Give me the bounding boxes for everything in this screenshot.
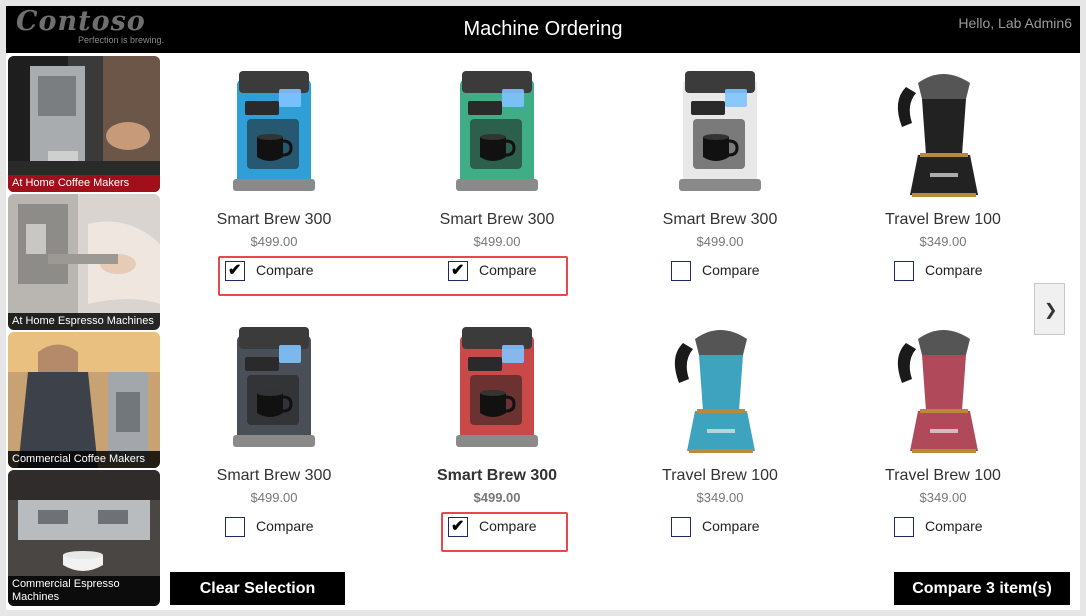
- product-image[interactable]: [888, 317, 998, 457]
- compare-label: Compare: [702, 518, 760, 534]
- compare-label: Compare: [925, 262, 983, 278]
- product-image[interactable]: [442, 317, 552, 457]
- product-name: Travel Brew 100: [885, 211, 1001, 228]
- product-image[interactable]: [665, 61, 775, 201]
- product-image[interactable]: [888, 61, 998, 201]
- compare-checkbox[interactable]: [894, 517, 914, 537]
- product-name: Smart Brew 300: [216, 211, 332, 228]
- compare-checkbox[interactable]: [671, 261, 691, 281]
- clear-selection-button[interactable]: Clear Selection: [170, 572, 345, 605]
- product-name: Travel Brew 100: [885, 467, 1001, 484]
- product-name: Smart Brew 300: [662, 211, 778, 228]
- product-card: Smart Brew 300 $499.00 Compare: [169, 317, 379, 538]
- product-card: Travel Brew 100 $349.00 Compare: [838, 317, 1048, 538]
- product-name: Smart Brew 300: [216, 467, 332, 484]
- compare-highlight-row1: [218, 256, 568, 296]
- category-label: At Home Coffee Makers: [8, 175, 160, 192]
- compare-checkbox[interactable]: [225, 517, 245, 537]
- category-at-home-coffee-makers[interactable]: At Home Coffee Makers: [8, 56, 160, 192]
- next-page-button[interactable]: ❯: [1034, 283, 1065, 335]
- product-name: Smart Brew 300: [439, 211, 555, 228]
- app-screen: Contoso Perfection is brewing. Machine O…: [6, 6, 1080, 610]
- product-price: $349.00: [696, 490, 744, 505]
- product-price: $499.00: [473, 490, 521, 505]
- product-card: Smart Brew 300 $499.00 ✔ Compare: [392, 317, 602, 538]
- compare-label: Compare: [925, 518, 983, 534]
- espresso-machine-photo: [8, 194, 160, 330]
- compare-items-button[interactable]: Compare 3 item(s): [894, 572, 1070, 605]
- product-image[interactable]: [665, 317, 775, 457]
- compare-control: Compare: [838, 514, 1048, 538]
- product-price: $499.00: [250, 490, 298, 505]
- product-price: $499.00: [250, 234, 298, 249]
- product-price: $499.00: [473, 234, 521, 249]
- product-card: Smart Brew 300 $499.00 Compare: [615, 61, 825, 282]
- product-card: Smart Brew 300 $499.00 ✔ Compare: [169, 61, 379, 282]
- category-label: At Home Espresso Machines: [8, 313, 160, 330]
- compare-control: Compare: [615, 514, 825, 538]
- compare-checkbox[interactable]: [894, 261, 914, 281]
- compare-checkbox[interactable]: [671, 517, 691, 537]
- chevron-right-icon: ❯: [1044, 302, 1058, 319]
- coffee-maker-photo: [8, 56, 160, 192]
- window-frame: Contoso Perfection is brewing. Machine O…: [0, 0, 1086, 616]
- commercial-coffee-photo: [8, 332, 160, 468]
- product-price: $499.00: [696, 234, 744, 249]
- product-price: $349.00: [919, 234, 967, 249]
- compare-label: Compare: [702, 262, 760, 278]
- product-image[interactable]: [442, 61, 552, 201]
- category-label: Commercial Coffee Makers: [8, 451, 160, 468]
- compare-control: Compare: [838, 258, 1048, 282]
- compare-control: Compare: [169, 514, 379, 538]
- category-commercial-coffee-makers[interactable]: Commercial Coffee Makers: [8, 332, 160, 468]
- product-card: Travel Brew 100 $349.00 Compare: [615, 317, 825, 538]
- user-greeting: Hello, Lab Admin6: [958, 15, 1072, 31]
- header-bar: Contoso Perfection is brewing. Machine O…: [6, 6, 1080, 53]
- product-card: Travel Brew 100 $349.00 Compare: [838, 61, 1048, 282]
- category-commercial-espresso-machines[interactable]: Commercial Espresso Machines: [8, 470, 160, 606]
- product-price: $349.00: [919, 490, 967, 505]
- compare-highlight-row2: [441, 512, 568, 552]
- compare-label: Compare: [256, 518, 314, 534]
- product-image[interactable]: [219, 61, 329, 201]
- category-label: Commercial Espresso Machines: [8, 576, 160, 606]
- page-title: Machine Ordering: [463, 18, 623, 40]
- category-at-home-espresso-machines[interactable]: At Home Espresso Machines: [8, 194, 160, 330]
- product-name: Travel Brew 100: [662, 467, 778, 484]
- compare-control: Compare: [615, 258, 825, 282]
- product-image[interactable]: [219, 317, 329, 457]
- product-card: Smart Brew 300 $499.00 ✔ Compare: [392, 61, 602, 282]
- product-name: Smart Brew 300: [436, 467, 558, 484]
